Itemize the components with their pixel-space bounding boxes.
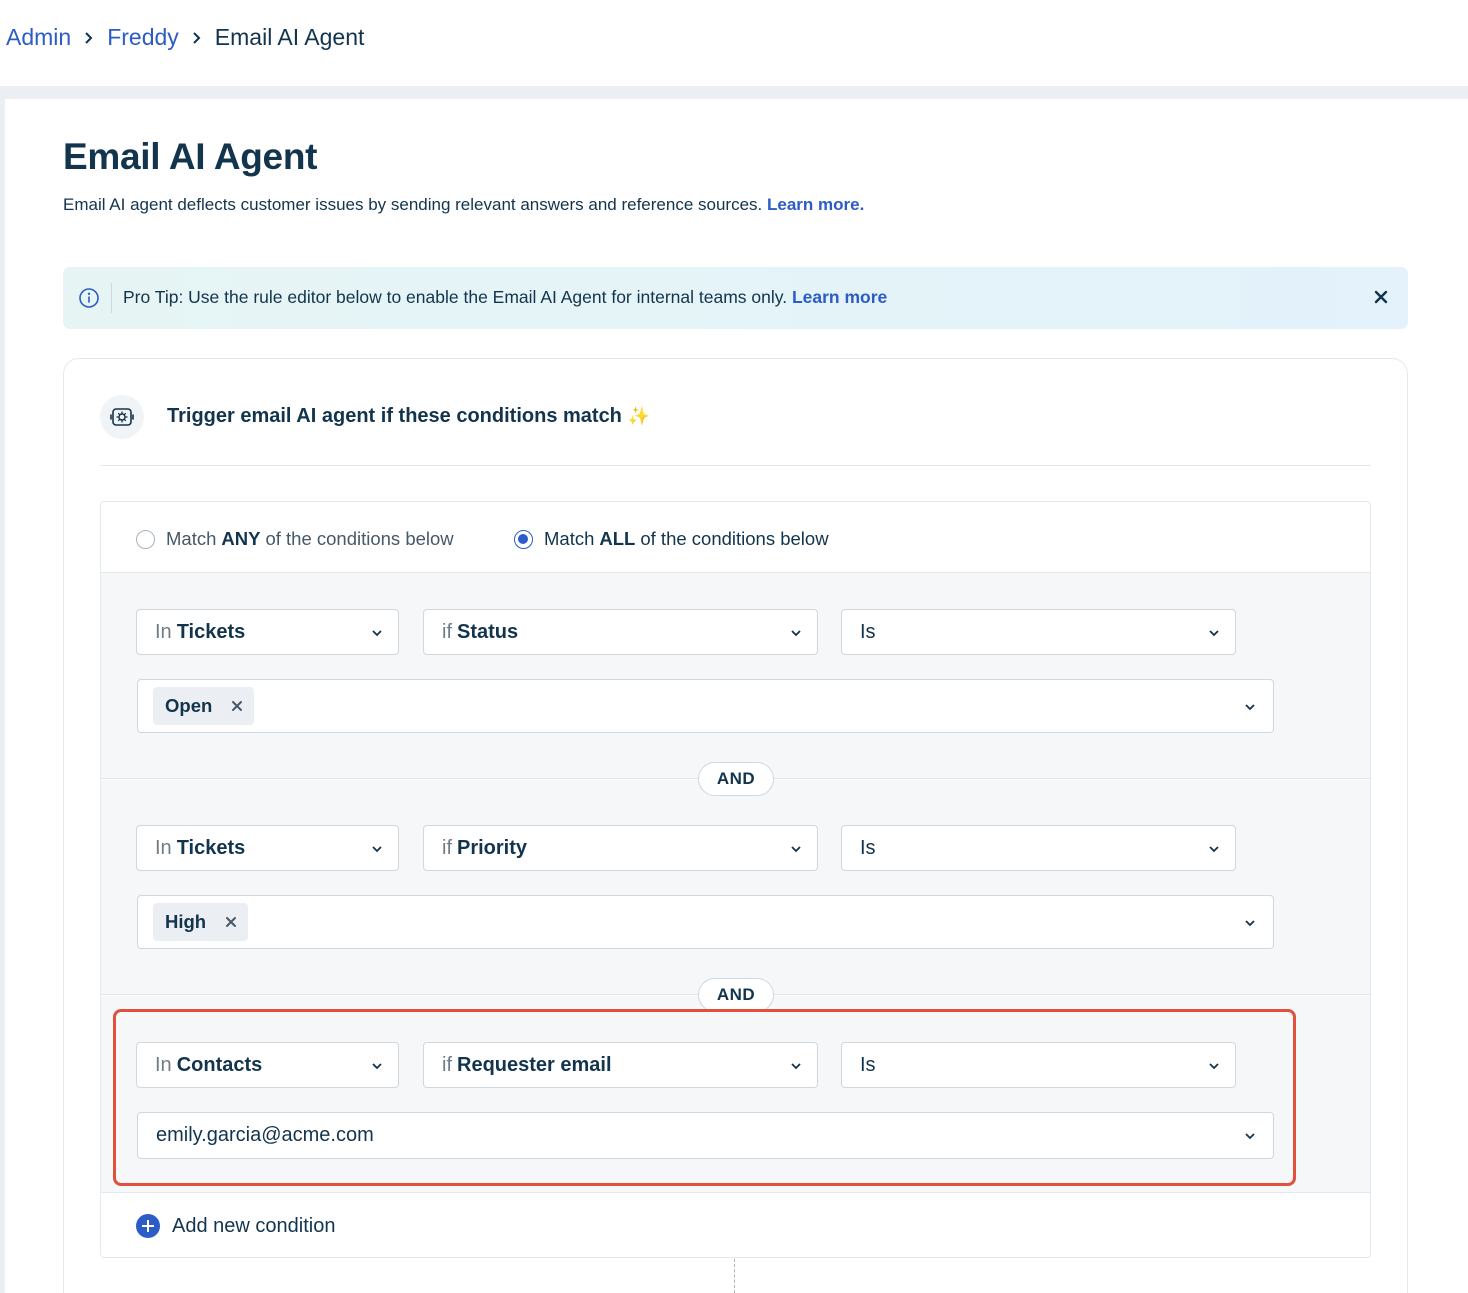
learn-more-link[interactable]: Learn more. bbox=[767, 195, 864, 214]
chevron-right-icon bbox=[74, 28, 104, 48]
value-chip: High bbox=[153, 903, 249, 941]
chevron-down-icon[interactable] bbox=[1243, 916, 1257, 930]
scope-prefix: In bbox=[155, 620, 172, 643]
chip-label: Open bbox=[165, 695, 213, 716]
field-prefix: if bbox=[442, 620, 452, 643]
chevron-down-icon bbox=[791, 846, 801, 853]
condition-1-operator-select[interactable]: Is bbox=[841, 609, 1236, 655]
condition-3-field-select[interactable]: if Requester email bbox=[423, 1042, 818, 1088]
chevron-down-icon bbox=[1209, 1063, 1219, 1070]
flow-connector-line bbox=[734, 1259, 735, 1293]
condition-3-scope-select[interactable]: In Contacts bbox=[136, 1042, 399, 1088]
condition-2-operator-select[interactable]: Is bbox=[841, 825, 1236, 871]
card-title-text: Trigger email AI agent if these conditio… bbox=[167, 405, 622, 427]
chevron-down-icon bbox=[372, 1063, 382, 1070]
chevron-down-icon[interactable] bbox=[1243, 700, 1257, 714]
match-any-prefix: Match bbox=[166, 528, 217, 549]
and-connector: AND bbox=[698, 978, 774, 1012]
pro-tip-message: Pro Tip: Use the rule editor below to en… bbox=[123, 287, 788, 307]
chevron-down-icon bbox=[791, 1063, 801, 1070]
pro-tip-learn-more-link[interactable]: Learn more bbox=[792, 287, 887, 307]
rule-editor: Match ANY of the conditions below Match … bbox=[100, 501, 1371, 1258]
condition-1-scope-select[interactable]: In Tickets bbox=[136, 609, 399, 655]
match-any-bold: ANY bbox=[221, 528, 261, 549]
page-description: Email AI agent deflects customer issues … bbox=[63, 195, 864, 215]
field-value: Priority bbox=[457, 836, 528, 859]
condition-3-operator-select[interactable]: Is bbox=[841, 1042, 1236, 1088]
chevron-down-icon bbox=[1209, 846, 1219, 853]
pro-tip-banner: Pro Tip: Use the rule editor below to en… bbox=[63, 267, 1408, 329]
remove-chip-icon[interactable] bbox=[224, 915, 238, 929]
pro-tip-text: Pro Tip: Use the rule editor below to en… bbox=[123, 287, 887, 308]
add-condition-label: Add new condition bbox=[172, 1214, 336, 1237]
match-all-bold: ALL bbox=[599, 528, 636, 549]
match-all-radio[interactable]: Match ALL of the conditions below bbox=[514, 528, 829, 550]
chip-label: High bbox=[165, 911, 207, 932]
scope-value: Contacts bbox=[176, 1053, 263, 1076]
card-title: Trigger email AI agent if these conditio… bbox=[167, 405, 650, 428]
breadcrumb-current: Email AI Agent bbox=[214, 24, 365, 50]
condition-1-field-select[interactable]: if Status bbox=[423, 609, 818, 655]
breadcrumb: Admin Freddy Email AI Agent bbox=[6, 24, 364, 51]
value-chip: Open bbox=[153, 687, 255, 725]
close-icon[interactable] bbox=[1372, 288, 1390, 306]
operator-value: Is bbox=[860, 836, 876, 859]
scope-prefix: In bbox=[155, 1053, 172, 1076]
sparkle-icon: ✨ bbox=[627, 406, 651, 426]
top-bar: Admin Freddy Email AI Agent bbox=[0, 0, 1468, 86]
match-mode-row: Match ANY of the conditions below Match … bbox=[101, 502, 1370, 573]
chevron-down-icon[interactable] bbox=[1243, 1129, 1257, 1143]
breadcrumb-admin[interactable]: Admin bbox=[6, 24, 71, 51]
radio-unchecked-icon bbox=[136, 529, 155, 549]
condition-3: In Contacts if Requester email Is emily.… bbox=[101, 996, 1370, 1193]
match-any-radio[interactable]: Match ANY of the conditions below bbox=[136, 528, 454, 550]
tip-divider bbox=[111, 283, 112, 313]
chevron-right-icon bbox=[182, 28, 212, 48]
page-title: Email AI Agent bbox=[63, 136, 318, 177]
chevron-down-icon bbox=[372, 630, 382, 637]
operator-value: Is bbox=[860, 620, 876, 643]
field-prefix: if bbox=[442, 836, 452, 859]
chevron-down-icon bbox=[791, 630, 801, 637]
chevron-down-icon bbox=[1209, 630, 1219, 637]
scope-prefix: In bbox=[155, 836, 172, 859]
chevron-down-icon bbox=[372, 846, 382, 853]
condition-2-scope-select[interactable]: In Tickets bbox=[136, 825, 399, 871]
match-all-prefix: Match bbox=[544, 528, 595, 549]
field-value: Requester email bbox=[457, 1053, 612, 1076]
plus-icon bbox=[136, 1214, 160, 1238]
condition-2-value-multiselect[interactable]: High bbox=[137, 895, 1274, 949]
condition-2: In Tickets if Priority Is High bbox=[101, 780, 1370, 995]
condition-1-value-multiselect[interactable]: Open bbox=[137, 679, 1274, 733]
requester-email-value: emily.garcia@acme.com bbox=[156, 1124, 374, 1146]
radio-checked-icon bbox=[514, 529, 533, 549]
match-all-suffix: of the conditions below bbox=[640, 528, 829, 549]
scope-value: Tickets bbox=[176, 836, 246, 859]
remove-chip-icon[interactable] bbox=[230, 699, 244, 713]
condition-2-field-select[interactable]: if Priority bbox=[423, 825, 818, 871]
ai-agent-icon bbox=[100, 395, 144, 439]
field-value: Status bbox=[457, 620, 519, 643]
add-condition-row: Add new condition bbox=[101, 1194, 1370, 1257]
page-description-text: Email AI agent deflects customer issues … bbox=[63, 195, 763, 214]
info-icon bbox=[78, 287, 100, 309]
card-divider bbox=[100, 465, 1371, 466]
breadcrumb-freddy[interactable]: Freddy bbox=[107, 24, 179, 51]
condition-1: In Tickets if Status Is Open bbox=[101, 573, 1370, 779]
match-any-suffix: of the conditions below bbox=[265, 528, 454, 549]
condition-3-value-input[interactable]: emily.garcia@acme.com bbox=[137, 1112, 1274, 1159]
field-prefix: if bbox=[442, 1053, 452, 1076]
operator-value: Is bbox=[860, 1053, 876, 1076]
add-condition-button[interactable]: Add new condition bbox=[136, 1214, 335, 1238]
and-connector: AND bbox=[698, 762, 774, 796]
scope-value: Tickets bbox=[176, 620, 246, 643]
